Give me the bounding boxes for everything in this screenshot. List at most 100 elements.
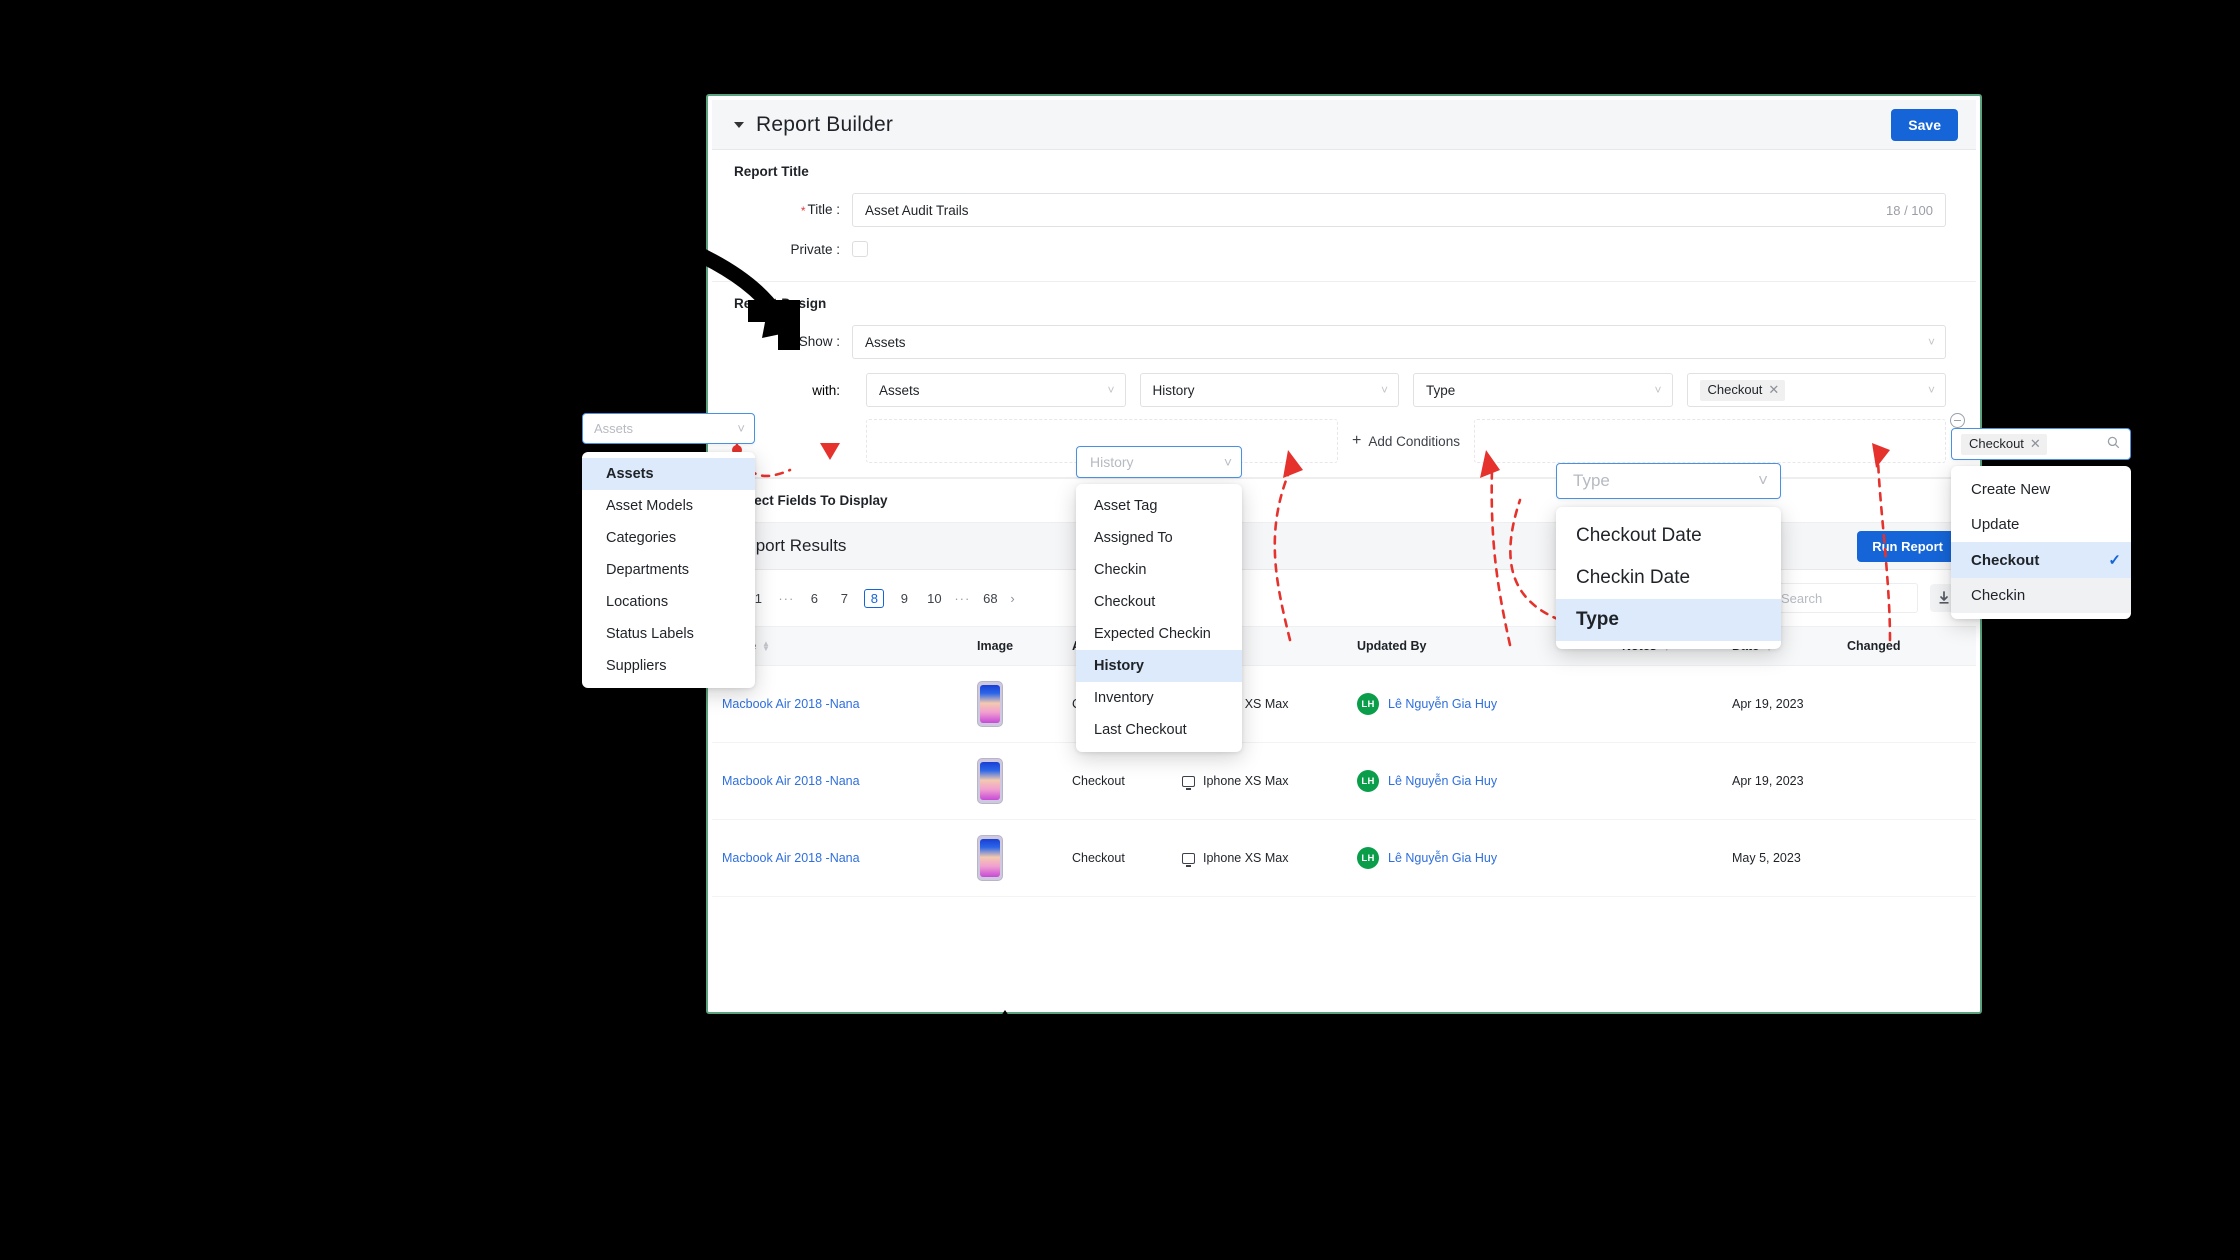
add-conditions-button[interactable]: + Add Conditions	[1352, 432, 1460, 450]
pagination-ellipsis-right: ···	[954, 590, 971, 606]
updated-by-link[interactable]: Lê Nguyễn Gia Huy	[1388, 774, 1497, 788]
asset-name-link[interactable]: Macbook Air 2018 -Nana	[722, 774, 860, 788]
dropdown-option-expected-checkin[interactable]: Expected Checkin	[1076, 618, 1242, 650]
chevron-down-icon: ˅	[1927, 383, 1935, 397]
table-row[interactable]: Macbook Air 2018 -NanaCheckoutIphone XS …	[712, 666, 1976, 743]
with-attribute-select[interactable]: Type ˅	[1413, 373, 1673, 407]
date-cell: May 5, 2023	[1732, 851, 1801, 865]
asset-name-link[interactable]: Macbook Air 2018 -Nana	[722, 697, 860, 711]
dropdown-option-label: Type	[1576, 609, 1619, 630]
dropdown-option-suppliers[interactable]: Suppliers	[582, 650, 755, 682]
dropdown-option-last-checkout[interactable]: Last Checkout	[1076, 714, 1242, 746]
title-input[interactable]: Asset Audit Trails 18 / 100	[852, 193, 1946, 227]
page-6[interactable]: 6	[804, 591, 824, 606]
title-input-value: Asset Audit Trails	[865, 202, 969, 218]
dropdown-option-checkout[interactable]: Checkout	[1076, 586, 1242, 618]
dropdown-option-history[interactable]: History	[1076, 650, 1242, 682]
report-builder-header: Report Builder Save	[712, 100, 1976, 150]
iphone-thumbnail	[977, 681, 1003, 727]
attribute-dropdown-menu[interactable]: Checkout Date Checkin Date Type	[1556, 507, 1781, 649]
dropdown-option-create-new[interactable]: Create New	[1951, 472, 2131, 507]
target-label: Iphone XS Max	[1203, 774, 1289, 788]
page-9[interactable]: 9	[894, 591, 914, 606]
table-row[interactable]: Macbook Air 2018 -NanaCheckoutIphone XS …	[712, 820, 1976, 897]
report-design-section-label: Report Design	[734, 296, 827, 311]
dropdown-option-checkin[interactable]: Checkin	[1951, 578, 2131, 613]
dropdown-option-label: Update	[1971, 516, 2020, 533]
with-field-value: History	[1152, 382, 1195, 398]
results-table: Name ▲▼ Image Actions Target Updated By …	[712, 626, 1976, 897]
action-label: Checkout	[1072, 774, 1125, 788]
save-button[interactable]: Save	[1891, 108, 1958, 141]
dropdown-option-label: Assigned To	[1094, 530, 1173, 546]
table-body: Macbook Air 2018 -Nana Checkout Iphone XS …	[712, 666, 1976, 897]
value-select-field[interactable]: Checkout ✕	[1951, 428, 2131, 460]
dropdown-option-type[interactable]: Type	[1556, 599, 1781, 641]
selected-value-tag: Checkout ✕	[1699, 379, 1786, 401]
dropdown-option-assets[interactable]: Assets	[582, 458, 755, 490]
field-dropdown-menu[interactable]: Asset Tag Assigned To Checkin Checkout Expec…	[1076, 484, 1242, 752]
avatar: LH	[1357, 770, 1379, 792]
dropdown-option-label: Suppliers	[606, 658, 667, 674]
with-value-select[interactable]: Checkout ✕ ˅	[1686, 373, 1946, 407]
dropdown-option-asset-models[interactable]: Asset Models	[582, 490, 755, 522]
report-title-panel: Report Title * Title : Asset Audit Trails…	[712, 150, 1976, 282]
page-10[interactable]: 10	[924, 591, 944, 606]
with-entity-select[interactable]: Assets ˅	[866, 373, 1126, 407]
dropdown-option-assigned-to[interactable]: Assigned To	[1076, 522, 1242, 554]
caret-down-icon[interactable]	[734, 121, 744, 128]
minus-circle-icon[interactable]	[1950, 413, 1965, 428]
show-select[interactable]: Assets ˅	[852, 325, 1946, 359]
required-asterisk: *	[792, 335, 797, 350]
updated-by-link[interactable]: Lê Nguyễn Gia Huy	[1388, 697, 1497, 711]
search-placeholder: Search	[1781, 590, 1823, 606]
title-field-row: * Title : Asset Audit Trails 18 / 100	[742, 193, 1946, 227]
dropdown-option-categories[interactable]: Categories	[582, 522, 755, 554]
page-title: Report Builder	[756, 112, 894, 136]
add-conditions-label: Add Conditions	[1368, 433, 1460, 449]
dropdown-option-status-labels[interactable]: Status Labels	[582, 618, 755, 650]
page-68[interactable]: 68	[980, 591, 1000, 606]
avatar: LH	[1357, 693, 1379, 715]
dropdown-option-update[interactable]: Update	[1951, 507, 2131, 542]
chevron-right-icon[interactable]: ›	[1010, 591, 1014, 606]
run-report-button[interactable]: Run Report	[1857, 530, 1958, 562]
page-8-current[interactable]: 8	[864, 588, 885, 608]
dropdown-option-checkin[interactable]: Checkin	[1076, 554, 1242, 586]
dropdown-option-departments[interactable]: Departments	[582, 554, 755, 586]
with-entity-value: Assets	[879, 382, 920, 398]
entity-select-field[interactable]: Assets ˅	[582, 413, 755, 444]
dropdown-option-inventory[interactable]: Inventory	[1076, 682, 1242, 714]
with-condition-row: with: Assets ˅ History ˅ Type ˅ Checkout…	[742, 373, 1946, 407]
tag-remove-icon[interactable]: ✕	[1768, 382, 1779, 398]
tag-remove-icon[interactable]: ✕	[2030, 436, 2041, 452]
sort-icon[interactable]: ▲▼	[762, 640, 770, 653]
column-header-image: Image	[977, 639, 1014, 653]
dropdown-option-label: Departments	[606, 562, 690, 578]
updated-by-link[interactable]: Lê Nguyễn Gia Huy	[1388, 851, 1497, 865]
attribute-select-field[interactable]: Type ˅	[1556, 463, 1781, 499]
dropdown-option-label: Checkout	[1094, 594, 1156, 610]
add-conditions-row: + Add Conditions	[742, 419, 1946, 463]
dropdown-option-checkout-date[interactable]: Checkout Date	[1556, 515, 1781, 557]
report-design-panel: Report Design * Show : Assets ˅ with: Ass…	[712, 282, 1976, 478]
entity-dropdown-menu[interactable]: Assets Asset Models Categories Departments L…	[582, 452, 755, 688]
required-asterisk: *	[800, 203, 806, 218]
page-7[interactable]: 7	[834, 591, 854, 606]
field-select-field[interactable]: History ˅	[1076, 446, 1242, 478]
dropdown-option-asset-tag[interactable]: Asset Tag	[1076, 490, 1242, 522]
asset-name-link[interactable]: Macbook Air 2018 -Nana	[722, 851, 860, 865]
dropdown-option-label: Checkin	[1094, 562, 1147, 578]
dropdown-option-locations[interactable]: Locations	[582, 586, 755, 618]
value-selected-tag: Checkout ✕	[1961, 433, 2047, 455]
private-checkbox[interactable]	[852, 241, 868, 257]
table-row[interactable]: Macbook Air 2018 -Nana Checkout Iphone XS …	[712, 743, 1976, 820]
dropdown-option-checkin-date[interactable]: Checkin Date	[1556, 557, 1781, 599]
value-dropdown-menu[interactable]: Create New Update Checkout ✓ Checkin	[1951, 466, 2131, 619]
search-input[interactable]: Search	[1770, 583, 1918, 613]
with-field-select[interactable]: History ˅	[1139, 373, 1399, 407]
conditions-dropzone-2	[1473, 419, 1946, 463]
dropdown-option-label: Last Checkout	[1094, 722, 1187, 738]
dropdown-option-label: Locations	[606, 594, 669, 610]
dropdown-option-checkout[interactable]: Checkout ✓	[1951, 542, 2131, 578]
